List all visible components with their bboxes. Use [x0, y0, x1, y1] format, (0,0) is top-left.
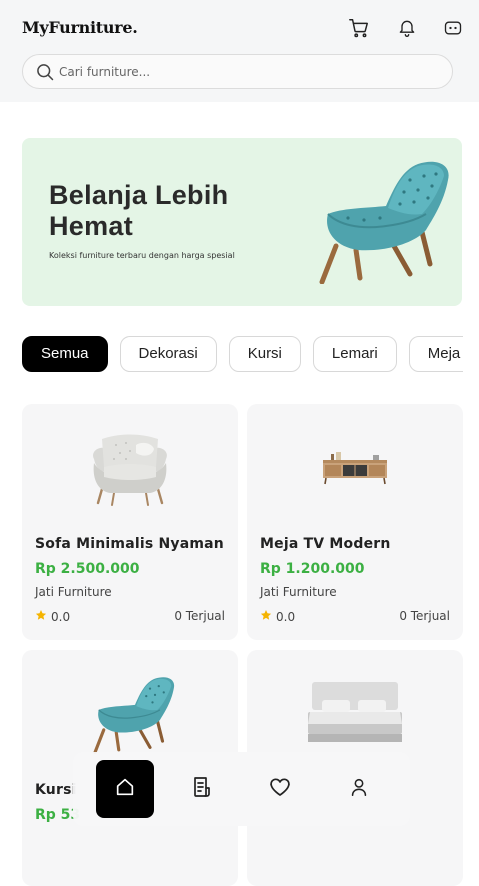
chat-icon[interactable] — [441, 16, 465, 40]
nav-wishlist-button[interactable] — [251, 760, 309, 818]
product-rating: 0.0 — [35, 609, 70, 624]
search-input[interactable] — [59, 55, 439, 88]
chip-kursi[interactable]: Kursi — [228, 336, 301, 372]
product-image-tv-stand — [247, 404, 463, 529]
search-bar[interactable] — [22, 54, 453, 89]
chip-meja[interactable]: Meja — [408, 336, 463, 372]
banner-chair-image — [298, 154, 458, 288]
banner-subtitle: Koleksi furniture terbaru dengan harga s… — [49, 251, 235, 260]
product-sold: 0 Terjual — [174, 609, 225, 623]
product-price: Rp 2.500.000 — [35, 561, 140, 577]
home-icon — [114, 776, 136, 802]
star-icon — [260, 609, 272, 624]
search-icon — [35, 62, 55, 86]
promo-banner[interactable]: Belanja Lebih Hemat Koleksi furniture te… — [22, 138, 462, 306]
nav-home-button[interactable] — [96, 760, 154, 818]
product-price: Rp 1.200.000 — [260, 561, 365, 577]
banner-title: Belanja Lebih Hemat — [49, 180, 229, 241]
chip-dekorasi[interactable]: Dekorasi — [119, 336, 217, 372]
profile-icon — [348, 775, 370, 803]
nav-orders-button[interactable] — [173, 760, 231, 818]
nav-profile-button[interactable] — [330, 760, 388, 818]
product-rating: 0.0 — [260, 609, 295, 624]
heart-icon — [268, 775, 292, 803]
chip-lemari[interactable]: Lemari — [312, 336, 397, 372]
product-name: Sofa Minimalis Nyaman — [35, 536, 224, 552]
product-store: Jati Furniture — [35, 585, 112, 599]
product-card[interactable]: Meja TV Modern Rp 1.200.000 Jati Furnitu… — [247, 404, 463, 640]
product-card[interactable]: Sofa Minimalis Nyaman Rp 2.500.000 Jati … — [22, 404, 238, 640]
product-name: Kursi — [35, 782, 77, 798]
chip-semua[interactable]: Semua — [22, 336, 108, 372]
brand-logo[interactable]: MyFurniture. — [22, 18, 138, 37]
product-image-sofa — [22, 404, 238, 529]
rating-value: 0.0 — [51, 609, 71, 624]
product-name: Meja TV Modern — [260, 536, 391, 552]
product-store: Jati Furniture — [260, 585, 337, 599]
cart-icon[interactable] — [347, 16, 371, 40]
rating-value: 0.0 — [276, 609, 296, 624]
bottom-navigation — [73, 752, 410, 826]
orders-icon — [190, 775, 214, 803]
app-header: MyFurniture. — [0, 0, 479, 102]
bell-icon[interactable] — [395, 16, 419, 40]
star-icon — [35, 609, 47, 624]
product-sold: 0 Terjual — [399, 609, 450, 623]
category-filter: Semua Dekorasi Kursi Lemari Meja — [22, 336, 463, 372]
